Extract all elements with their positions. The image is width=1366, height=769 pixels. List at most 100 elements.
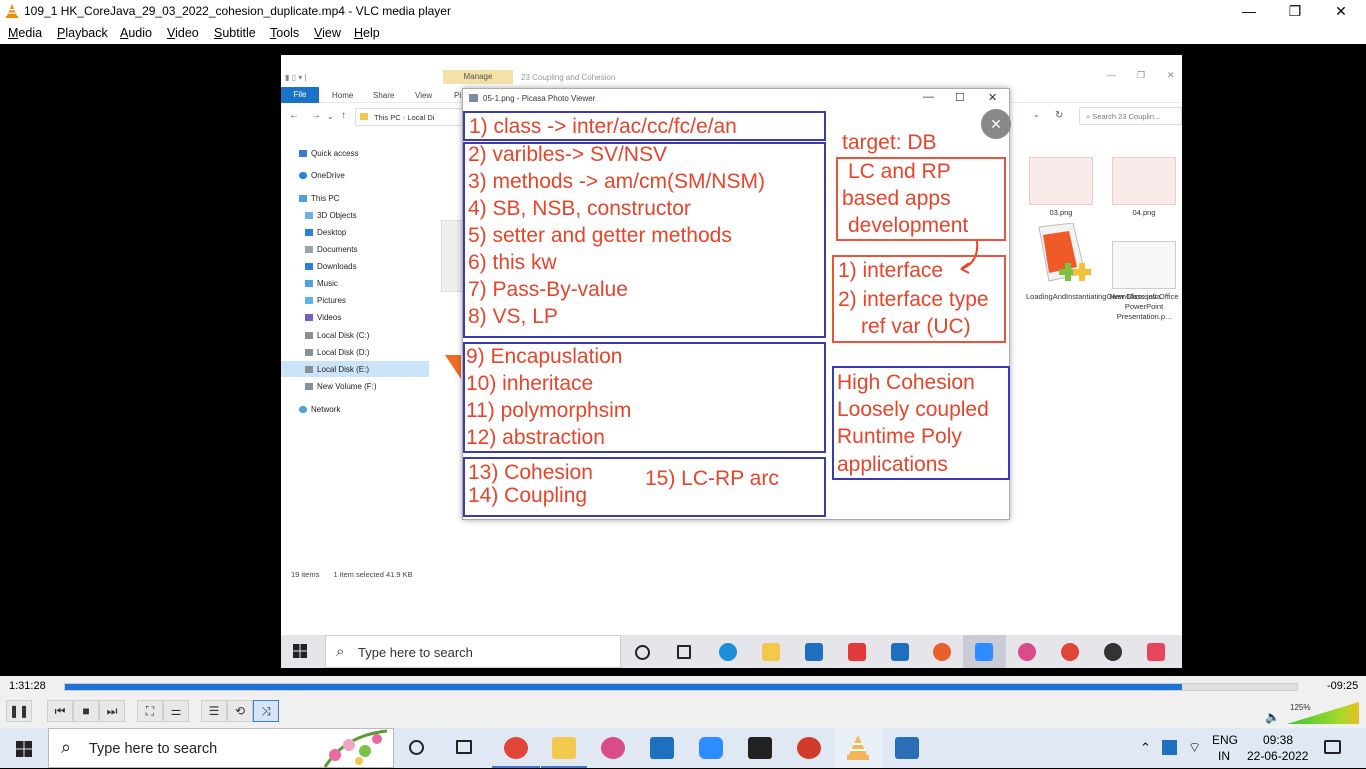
extended-settings-button[interactable]: ⚌: [163, 700, 189, 722]
store-icon[interactable]: [650, 737, 674, 759]
shuffle-button[interactable]: ⤨: [253, 700, 279, 722]
note-line: 3) methods -> am/cm(SM/NSM): [468, 170, 765, 193]
nav-3d-objects: 3D Objects: [305, 211, 357, 220]
nav-label: Pictures: [317, 296, 346, 305]
back-arrow-icon: ←: [289, 110, 299, 121]
zoom-icon: [975, 643, 993, 661]
folder-icon: [360, 113, 368, 120]
partial-thumbnail: [441, 220, 463, 292]
note-line: 14) Coupling: [468, 484, 588, 507]
recorder-icon: [933, 643, 951, 661]
wifi-icon[interactable]: ⌔: [1188, 739, 1201, 757]
file-thumbnail: [1112, 157, 1176, 205]
note-line: 12) abstraction: [466, 426, 605, 449]
menu-subtitle[interactable]: Subtitle: [214, 26, 256, 40]
chrome-icon[interactable]: [504, 737, 528, 759]
defender-icon[interactable]: [1162, 740, 1177, 755]
menu-tools[interactable]: Tools: [270, 26, 299, 40]
menu-playback[interactable]: Playback: [57, 26, 108, 40]
java-file-icon: [1038, 223, 1091, 282]
close-button[interactable]: ✕: [1318, 0, 1364, 23]
previous-button[interactable]: ⏮: [47, 700, 73, 722]
show-hidden-icons-icon[interactable]: ⌃: [1140, 740, 1151, 756]
nav-videos: Videos: [305, 313, 341, 322]
file-label: New Microsoft Office PowerPoint Presenta…: [1109, 292, 1179, 321]
explorer-share-tab: Share: [373, 91, 395, 100]
cortana-icon: [635, 645, 650, 660]
explorer-window-title: 23 Coupling and Cohesion: [521, 73, 616, 82]
next-button[interactable]: ⏭: [99, 700, 125, 722]
recorder-icon[interactable]: [797, 737, 821, 759]
maximize-button[interactable]: ❐: [1272, 0, 1318, 23]
search-icon: ⌕: [61, 737, 72, 757]
nav-downloads: Downloads: [305, 262, 357, 271]
nav-local-disk-c: Local Disk (C:): [305, 331, 369, 340]
menu-video[interactable]: Video: [167, 26, 199, 40]
task-view-icon[interactable]: [456, 740, 472, 754]
mail-icon: [891, 643, 909, 661]
cloud-icon: [299, 172, 307, 180]
inner-taskbar: ⌕ Type here to search: [281, 635, 1182, 668]
app-icon: [1147, 643, 1165, 661]
nav-label: Local Disk (C:): [317, 331, 370, 340]
clock-time[interactable]: 09:38: [1263, 733, 1293, 747]
active-app-highlight: [834, 728, 882, 768]
notification-icon[interactable]: [1324, 740, 1341, 754]
address-this-pc: This PC: [373, 113, 401, 122]
speaker-icon: 🔈: [1265, 710, 1280, 724]
fullscreen-button[interactable]: ⛶: [137, 700, 163, 722]
note-line: 9) Encapuslation: [466, 345, 623, 368]
language-bottom[interactable]: IN: [1218, 749, 1230, 763]
zoom-icon[interactable]: [699, 737, 723, 759]
pause-button[interactable]: ❚❚: [6, 700, 32, 722]
drive-icon: [305, 332, 313, 340]
minimize-button[interactable]: —: [1226, 0, 1272, 23]
snip-sketch-icon[interactable]: [601, 737, 625, 759]
note-line: High Cohesion: [837, 371, 975, 394]
windows-taskbar: ⌕ Type here to search ⌃ ⌔ ENG IN 09:38 2…: [0, 728, 1366, 768]
explorer-address-bar: This PC › Local Di: [355, 108, 465, 126]
menu-media[interactable]: Media: [8, 26, 42, 40]
photos-icon[interactable]: [895, 737, 919, 759]
nav-label: Downloads: [317, 262, 357, 271]
explorer-min-icon: —: [1107, 70, 1116, 80]
note-line: 2) interface type: [838, 288, 989, 311]
remaining-time: -09:25: [1327, 680, 1359, 692]
edge-icon: [719, 643, 737, 661]
task-view-icon: [677, 645, 691, 659]
file-explorer-icon[interactable]: [552, 737, 576, 759]
explorer-title-area: ▮ ▯ ▾ | — ❐ ✕: [281, 55, 1182, 85]
seek-bar[interactable]: [64, 683, 1298, 691]
computer-icon: [299, 195, 307, 203]
stop-button[interactable]: ■: [73, 700, 99, 722]
cortana-icon[interactable]: [409, 740, 424, 755]
clock-date[interactable]: 22-06-2022: [1247, 749, 1308, 763]
note-line: 1) interface: [838, 259, 944, 282]
nav-onedrive: OneDrive: [299, 171, 345, 180]
video-frame: ▮ ▯ ▾ | — ❐ ✕ Manage 23 Coupling and Coh…: [281, 55, 1182, 668]
note-line: 7) Pass-By-value: [468, 278, 628, 301]
menu-view[interactable]: View: [314, 26, 341, 40]
elapsed-time: 1:31:28: [9, 680, 46, 692]
start-icon[interactable]: [16, 741, 32, 757]
nav-label: Music: [317, 279, 338, 288]
menu-help[interactable]: Help: [354, 26, 380, 40]
language-top[interactable]: ENG: [1212, 733, 1238, 747]
playlist-button[interactable]: ☰: [201, 700, 227, 722]
note-line: ref var (UC): [861, 315, 971, 338]
folder-icon: [762, 643, 780, 661]
taskbar-search-box[interactable]: ⌕ Type here to search: [48, 728, 394, 768]
note-line: 5) setter and getter methods: [468, 224, 732, 247]
explorer-search-placeholder: Search 23 Couplin...: [1092, 112, 1161, 121]
loop-button[interactable]: ⟲: [227, 700, 253, 722]
desktop-icon: [305, 229, 313, 237]
qat-icon: ▮ ▯ ▾ |: [285, 73, 307, 82]
video-icon: [305, 314, 313, 322]
volume-slider[interactable]: [1287, 702, 1361, 724]
nav-label: Documents: [317, 245, 358, 254]
menu-audio[interactable]: Audio: [120, 26, 152, 40]
store-icon: [805, 643, 823, 661]
sticky-app-icon[interactable]: [748, 737, 772, 759]
status-item-count: 19 items: [291, 570, 320, 579]
nav-label: Local Disk (D:): [317, 348, 370, 357]
